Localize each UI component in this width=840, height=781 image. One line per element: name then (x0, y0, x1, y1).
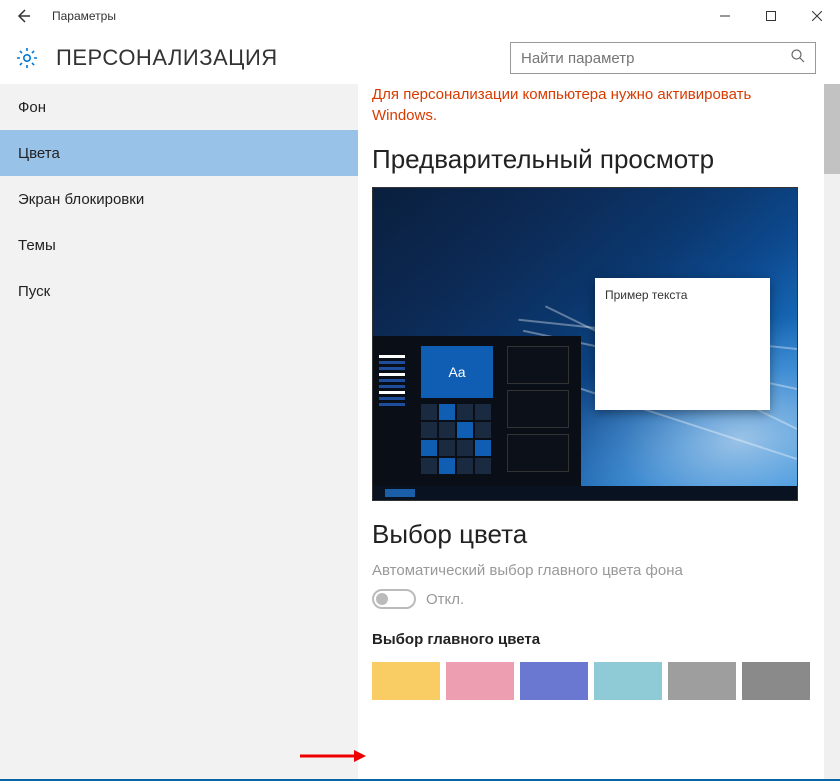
annotation-arrow (300, 749, 366, 763)
sidebar-item-lockscreen[interactable]: Экран блокировки (0, 176, 358, 222)
scrollbar-thumb[interactable] (824, 84, 840, 174)
search-field[interactable] (521, 50, 791, 67)
color-heading: Выбор цвета (372, 519, 812, 550)
preview-sample-text: Пример текста (605, 288, 687, 302)
color-swatch-4[interactable] (668, 662, 736, 700)
scrollbar[interactable] (824, 84, 840, 781)
minimize-button[interactable] (702, 0, 748, 32)
preview-heading: Предварительный просмотр (372, 144, 812, 175)
color-palette (372, 662, 812, 700)
back-button[interactable] (14, 8, 32, 24)
preview-aa-tile: Aa (421, 346, 493, 398)
sidebar-item-colors[interactable]: Цвета (0, 130, 358, 176)
page-title: ПЕРСОНАЛИЗАЦИЯ (56, 45, 278, 71)
gear-icon (12, 43, 42, 73)
color-swatch-0[interactable] (372, 662, 440, 700)
preview-taskbar (373, 486, 797, 500)
color-swatch-5[interactable] (742, 662, 810, 700)
color-swatch-3[interactable] (594, 662, 662, 700)
preview-window: Пример текста (595, 278, 770, 410)
sidebar-item-background[interactable]: Фон (0, 84, 358, 130)
preview-start-menu: Aa (373, 336, 581, 500)
preview-thumbnail: Aa Пример текста (372, 187, 798, 501)
search-icon (791, 49, 805, 68)
close-button[interactable] (794, 0, 840, 32)
auto-accent-label: Автоматический выбор главного цвета фона (372, 562, 812, 579)
sidebar-item-start[interactable]: Пуск (0, 268, 358, 314)
search-input[interactable] (510, 42, 816, 74)
toggle-state-label: Откл. (426, 591, 464, 608)
auto-accent-toggle[interactable] (372, 589, 416, 609)
maximize-button[interactable] (748, 0, 794, 32)
color-swatch-2[interactable] (520, 662, 588, 700)
window-title: Параметры (52, 9, 116, 23)
activation-warning: Для персонализации компьютера нужно акти… (372, 84, 812, 126)
color-swatch-1[interactable] (446, 662, 514, 700)
main-panel: Для персонализации компьютера нужно акти… (358, 84, 840, 781)
sidebar: Фон Цвета Экран блокировки Темы Пуск (0, 84, 358, 781)
sidebar-item-themes[interactable]: Темы (0, 222, 358, 268)
accent-heading: Выбор главного цвета (372, 631, 812, 648)
